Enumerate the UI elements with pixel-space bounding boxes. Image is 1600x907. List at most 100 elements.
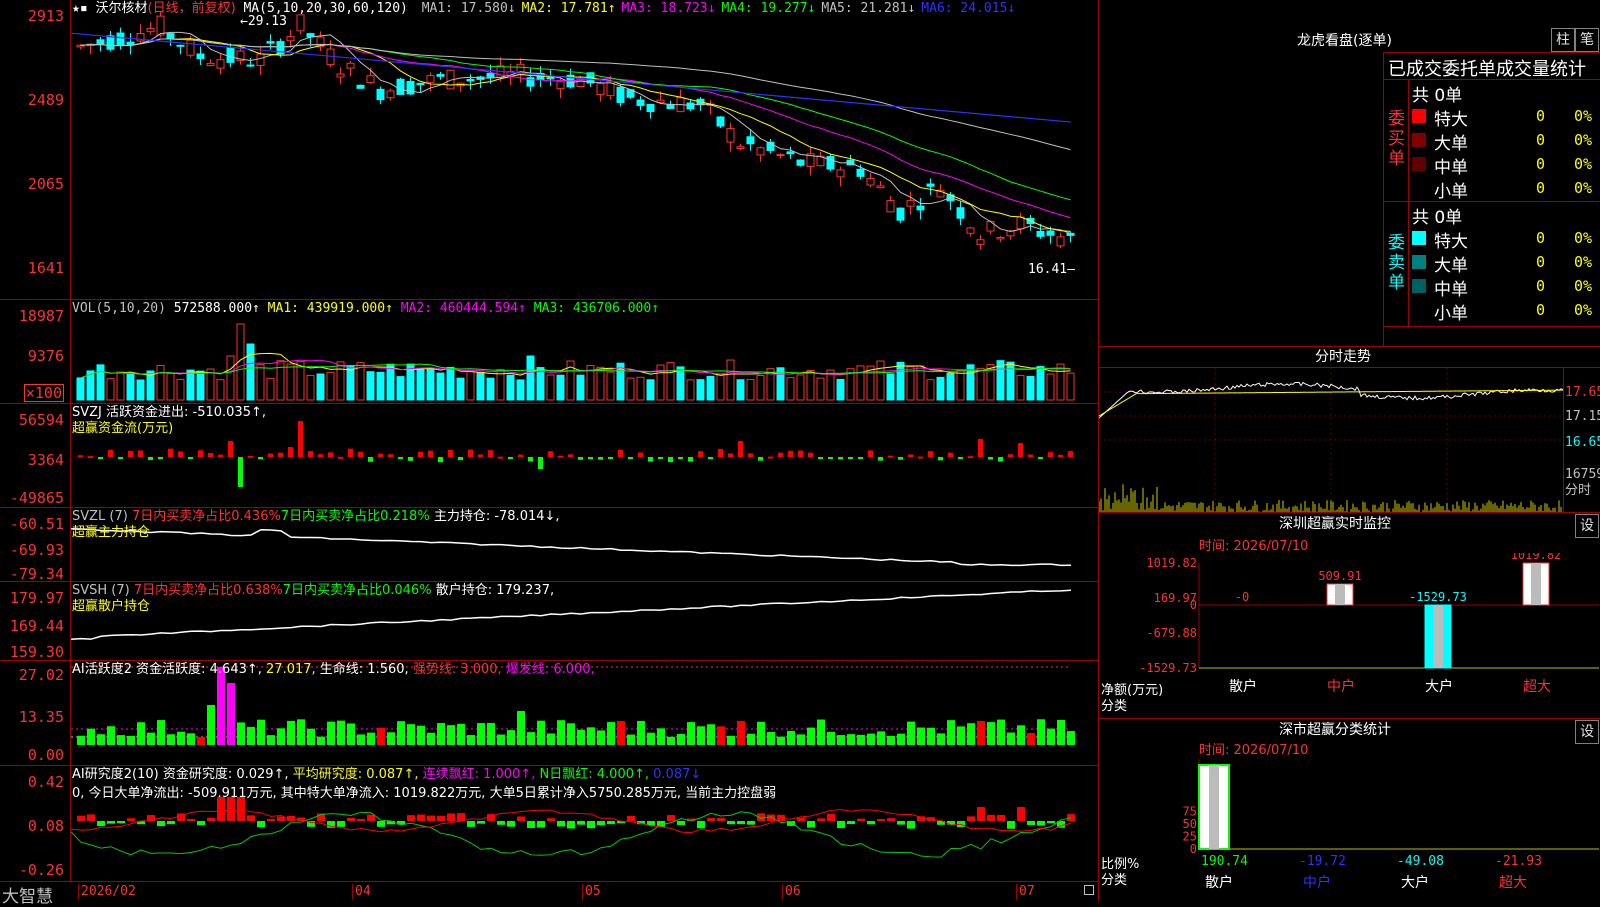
activity-bar (657, 728, 665, 745)
monitor-tick: -1529.73 (1139, 661, 1197, 675)
date-tick: 05 (582, 884, 601, 900)
money-flow-bar (388, 454, 393, 457)
ai-research-chart[interactable] (71, 766, 1097, 881)
research-bar (607, 821, 615, 825)
svzl-panel[interactable]: -60.51 -69.93 -79.34 SVZL (7) 7日内买卖净占比0.… (0, 508, 1098, 582)
activity-bar (677, 733, 685, 745)
lock-icon[interactable] (1084, 885, 1094, 895)
svsh-tick: 169.44 (9, 617, 64, 635)
volume-bar (646, 379, 655, 401)
star-icon[interactable]: ★ (72, 1, 80, 16)
activity-bar (137, 722, 145, 745)
activity-bar (787, 730, 795, 745)
svsh-label: SVSH (7) (72, 583, 130, 598)
research-bar (697, 821, 705, 829)
activity-bar (347, 723, 355, 745)
research-bar (907, 821, 915, 829)
ai-activity-label: AI活跃度2 资金活跃度: 4.643↑, (72, 662, 262, 677)
volume-bar (786, 377, 795, 401)
candle-body (366, 75, 375, 84)
bar-value-label: -0 (1235, 590, 1249, 604)
volume-bar (866, 365, 875, 401)
money-flow-bar (148, 457, 153, 461)
candle-body (836, 169, 845, 178)
volume-panel[interactable]: 18987 9376 ×100 VOL(5,10,20) 572588.000↑… (0, 300, 1098, 404)
kline-panel[interactable]: 2913 2489 2065 1641 ★▪ 沃尔核材(日线，前复权) MA(5… (0, 0, 1098, 300)
ai-research-panel[interactable]: 0.42 0.08 -0.26 AI研究度2(10) 资金研究度: 0.029↑… (0, 766, 1098, 882)
money-flow-bar (218, 454, 223, 457)
volume-tick: 9376 (27, 347, 64, 365)
money-flow-bar (1038, 457, 1043, 459)
money-flow-bar (198, 450, 203, 457)
candle-body (756, 147, 765, 156)
money-flow-bar (1048, 452, 1053, 457)
money-flow-bar (928, 451, 933, 457)
research-bar (107, 821, 115, 824)
money-flow-bar (618, 449, 623, 457)
activity-bar (717, 726, 725, 745)
brand-logo: 大智慧 (2, 887, 53, 907)
ai-activity-panel[interactable]: 27.02 13.35 0.00 AI活跃度2 资金活跃度: 4.643↑, 2… (0, 661, 1098, 766)
order-size-label: 大单 (1434, 256, 1468, 276)
candle-body (406, 81, 415, 95)
volume-bar (636, 376, 645, 401)
color-swatch (1412, 231, 1426, 245)
activity-bar (857, 734, 865, 745)
research-bar (807, 821, 815, 828)
money-flow-bar (818, 457, 823, 459)
money-flow-bar (468, 449, 473, 457)
moving-average-line (80, 38, 1071, 219)
intraday-chart[interactable] (1099, 368, 1563, 512)
tick-view-button[interactable]: 笔 (1575, 28, 1599, 52)
activity-bar (617, 721, 625, 745)
research-bar (77, 815, 85, 821)
activity-bar (517, 711, 525, 745)
activity-bar (377, 727, 385, 745)
sz-monitor-title: 深圳超赢实时监控 (1279, 516, 1391, 532)
svsh-panel[interactable]: 179.97 169.44 159.30 SVSH (7) 7日内买卖净占比0.… (0, 582, 1098, 661)
order-count: 0 (1536, 131, 1546, 149)
svzl-ratio1: 7日内买卖净占比0.436% (131, 509, 281, 524)
volume-bar (676, 366, 685, 401)
svzj-panel[interactable]: 56594 3364 -49865 SVZJ 活跃资金进出: -510.035↑… (0, 404, 1098, 508)
candle-body (866, 178, 875, 186)
money-flow-bar (648, 457, 653, 462)
volume-bar (346, 365, 355, 401)
research-bar (207, 817, 215, 821)
volume-bar (1056, 363, 1065, 401)
activity-bar (967, 723, 975, 745)
research-bar (1037, 821, 1045, 826)
price-tick: 2913 (27, 7, 64, 25)
bar-view-button[interactable]: 柱 (1551, 28, 1575, 52)
order-size-label: 大单 (1434, 134, 1468, 154)
order-stats-box: 已成交委托单成交量统计 委买单 委卖单 共 0单 特大 0 0% 大单 0 0% 中单 0 0% 小… (1383, 52, 1600, 346)
activity-bar (687, 722, 695, 745)
money-flow-bar (78, 455, 83, 458)
order-size-label: 中单 (1434, 280, 1468, 300)
research-bar (197, 821, 205, 826)
svsh-ratio2: 7日内买卖净占比0.046% (282, 583, 432, 598)
sz-monitor-settings-button[interactable]: 设 (1575, 514, 1599, 538)
volume-label: VOL(5,10,20) (72, 301, 166, 316)
activity-bar (277, 728, 285, 745)
order-count: 0 (1536, 179, 1546, 197)
order-count: 0 (1536, 253, 1546, 271)
activity-bar (907, 721, 915, 745)
candle-body (556, 80, 565, 90)
volume-bar (446, 366, 455, 401)
money-flow-bar (548, 451, 553, 457)
volume-bar (166, 373, 175, 401)
sz-class-settings-button[interactable]: 设 (1575, 720, 1599, 744)
volume-bar (326, 371, 335, 401)
candle-body (286, 36, 295, 42)
money-flow-bar (558, 455, 563, 458)
candle-body (1056, 236, 1065, 247)
money-flow-bar (688, 457, 693, 462)
candlestick-chart[interactable] (71, 0, 1097, 299)
activity-bar (507, 730, 515, 745)
order-size-label: 特大 (1434, 232, 1468, 252)
intraday-panel[interactable]: 分时走势 17.65 17.15 16.65 16759 分时 (1098, 346, 1600, 512)
money-flow-bar (138, 450, 143, 457)
net-flow-bar-highlight (1433, 605, 1443, 668)
activity-bar (807, 727, 815, 745)
